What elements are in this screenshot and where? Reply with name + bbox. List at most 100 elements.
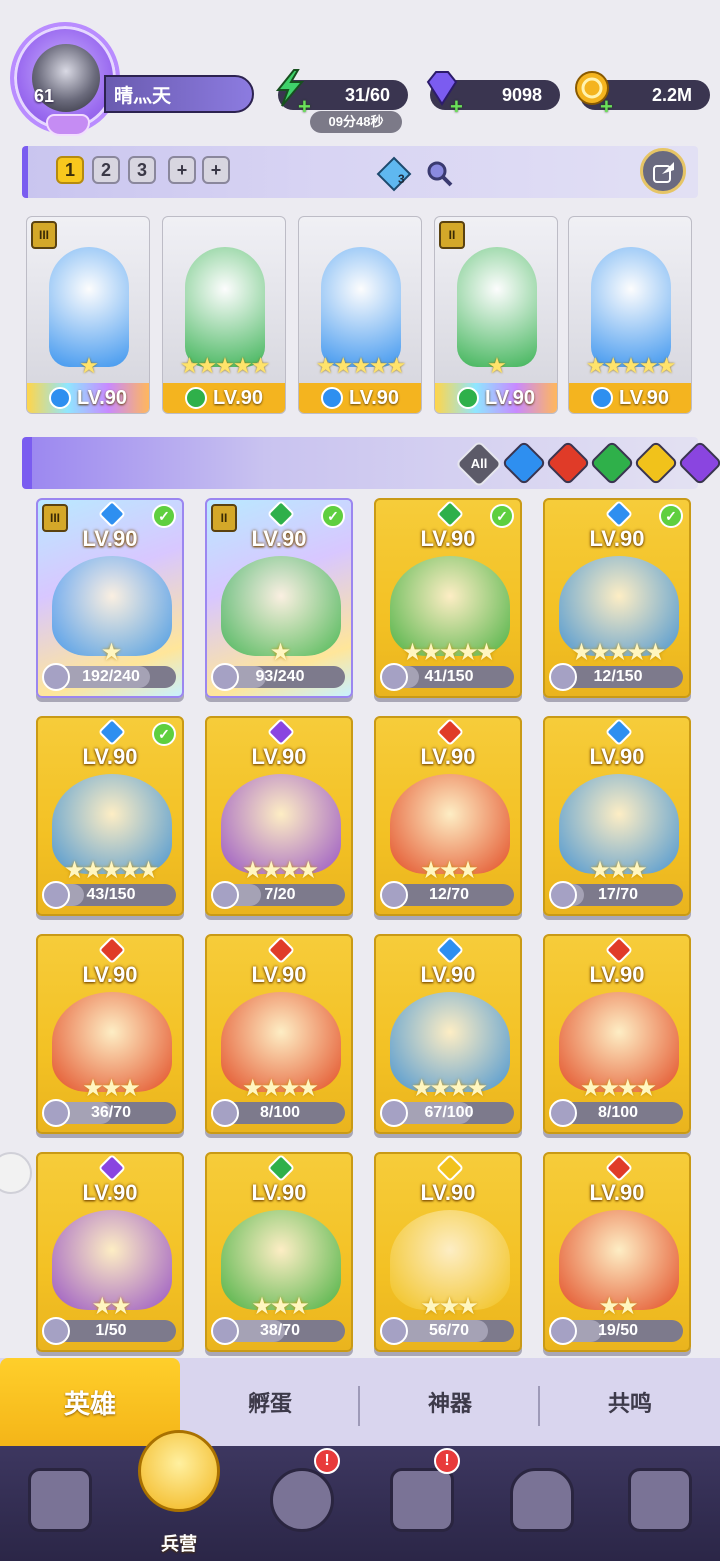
hero-card[interactable]: ✓ LV.90 ★★★★★ 43/150 [36,716,184,916]
hero-level: LV.90 [589,1180,645,1205]
shard-icon [42,1099,70,1127]
nav-barracks[interactable]: 兵营 [124,1420,234,1560]
hero-level-bar: LV.90 [163,383,285,413]
nav-map[interactable]: ! [256,1448,346,1544]
shard-progress: 36/70 [42,1099,176,1127]
team-hero-slot[interactable]: ★★★★★ LV.90 [298,216,422,414]
floating-helper-avatar[interactable] [0,1152,32,1194]
shard-progress: 41/150 [380,663,514,691]
element-icon [456,387,479,409]
hero-level: LV.90 [589,962,645,987]
hero-card[interactable]: LV.90 ★★★★ 7/20 [205,716,353,916]
hero-card[interactable]: LV.90 ★★★★ 67/100 [374,934,522,1134]
hero-card[interactable]: III ✓ LV.90 ★ 192/240 [36,498,184,698]
search-icon[interactable] [424,158,454,188]
gold-value: 2.2M [651,84,692,105]
gold-plus-icon[interactable]: + [600,94,613,120]
shard-count: 41/150 [424,668,474,685]
hero-level: LV.90 [82,1180,138,1205]
shard-progress: 8/100 [549,1099,683,1127]
player-name-bar[interactable]: 晴灬天 [104,75,254,113]
shard-count: 19/50 [597,1322,639,1339]
share-icon [653,162,674,183]
rank-badge: II [439,221,465,249]
shard-count: 17/70 [597,886,639,903]
hero-stars: ★ [79,353,99,378]
hero-level-bar: LV.90 [569,383,691,413]
hero-level: LV.90 [420,962,476,987]
hero-level: LV.90 [420,1180,476,1205]
shard-progress: 67/100 [380,1099,514,1127]
hero-level: LV.90 [76,386,128,409]
hero-portrait [321,247,401,367]
hero-stars: ★★★★★ [179,353,271,378]
element-icon [604,500,634,529]
player-name: 晴灬天 [114,85,172,107]
element-icon [435,500,465,529]
share-team-button[interactable] [640,148,686,194]
hero-portrait [185,247,265,367]
nav-castle[interactable]: ! [376,1448,466,1544]
hero-card[interactable]: LV.90 ★★★ 36/70 [36,934,184,1134]
shard-count: 43/150 [86,886,136,903]
team-tab-3[interactable]: 3 [128,156,156,184]
nav-cards[interactable] [14,1454,104,1544]
gold-counter[interactable]: + 2.2M [575,71,710,119]
hero-card[interactable]: LV.90 ★★★ 38/70 [205,1152,353,1352]
shard-progress: 192/240 [42,663,176,691]
energy-plus-icon[interactable]: + [298,94,311,120]
team-hero-slot[interactable]: ★★★★★ LV.90 [162,216,286,414]
hero-card[interactable]: LV.90 ★★ 1/50 [36,1152,184,1352]
element-icon [320,387,343,409]
team-hero-slot[interactable]: ★★★★★ LV.90 [568,216,692,414]
element-icon [435,718,465,747]
gem-counter[interactable]: + 9098 [426,71,560,119]
element-icon [266,500,296,529]
hero-level: LV.90 [82,962,138,987]
team-tab-add-1[interactable]: + [168,156,196,184]
hero-level: LV.90 [251,1180,307,1205]
team-hero-slot[interactable]: II ★ LV.90 [434,216,558,414]
filter-water-icon[interactable] [501,440,547,486]
hero-card[interactable]: LV.90 ★★★ 56/70 [374,1152,522,1352]
shard-count: 8/100 [259,1104,301,1121]
gem-plus-icon[interactable]: + [450,94,463,120]
guild-icon [628,1468,692,1532]
nav-guild[interactable] [614,1454,704,1544]
filter-wind-icon[interactable] [589,440,635,486]
hero-card[interactable]: LV.90 ★★★★ 8/100 [543,934,691,1134]
hero-level: LV.90 [251,962,307,987]
hero-card[interactable]: ✓ LV.90 ★★★★★ 12/150 [543,498,691,698]
team-tab-2[interactable]: 2 [92,156,120,184]
hero-card[interactable]: II ✓ LV.90 ★ 93/240 [205,498,353,698]
in-team-check-icon: ✓ [152,722,176,746]
in-team-check-icon: ✓ [490,504,514,528]
energy-counter[interactable]: + 31/60 [275,69,408,119]
gem-value: 9098 [501,84,542,105]
hero-level: LV.90 [251,526,307,551]
element-icon [266,1154,296,1183]
team-tab-add-2[interactable]: + [202,156,230,184]
hero-card[interactable]: LV.90 ★★★ 12/70 [374,716,522,916]
filter-fire-icon[interactable] [545,440,591,486]
hero-card[interactable]: LV.90 ★★★ 17/70 [543,716,691,916]
nav-mushroom[interactable] [496,1454,586,1544]
shard-progress: 56/70 [380,1317,514,1345]
hero-level-bar: LV.90 [27,383,149,413]
filter-light-icon[interactable] [633,440,679,486]
team-hero-slot[interactable]: III ★ LV.90 [26,216,150,414]
hero-card[interactable]: ✓ LV.90 ★★★★★ 41/150 [374,498,522,698]
filter-dark-icon[interactable] [677,440,720,486]
hero-card[interactable]: LV.90 ★★ 19/50 [543,1152,691,1352]
element-icon [97,1154,127,1183]
shard-icon [211,663,239,691]
scroll-item-icon[interactable] [374,154,414,194]
tab-artifacts[interactable]: 神器 [360,1358,540,1446]
hero-card[interactable]: LV.90 ★★★★ 8/100 [205,934,353,1134]
filter-all-button[interactable]: All [454,439,504,489]
tab-resonance[interactable]: 共鸣 [540,1358,720,1446]
cards-icon [28,1468,92,1532]
top-bar: 61 晴灬天 + 31/60 09分48秒 + 9098 + 2.2M [0,0,720,140]
shard-icon [211,1099,239,1127]
team-tab-1[interactable]: 1 [56,156,84,184]
